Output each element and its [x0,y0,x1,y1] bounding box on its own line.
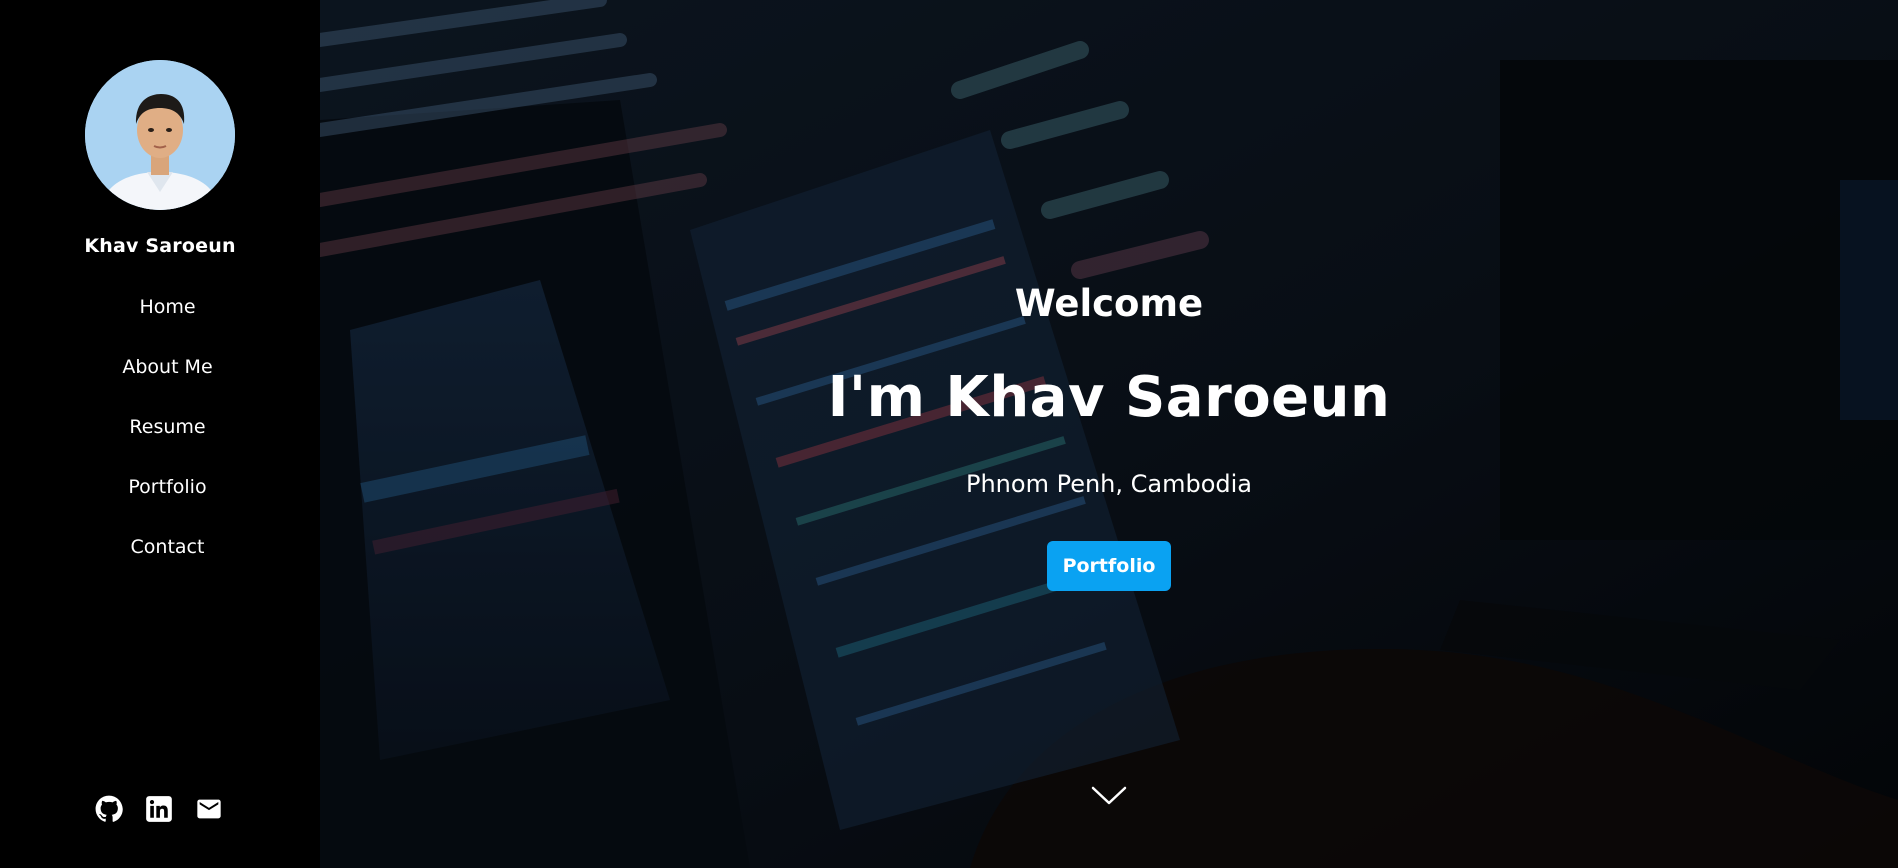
hero-location: Phnom Penh, Cambodia [965,470,1253,498]
profile-name: Khav Saroeun [84,235,236,257]
mail-icon[interactable] [195,795,223,823]
avatar [85,60,235,210]
nav-item-home[interactable]: Home [0,290,335,350]
chevron-down-icon[interactable] [1090,784,1128,808]
hero-headline: I'm Khav Saroeun [827,365,1391,430]
hero-section: Welcome I'm Khav Saroeun Phnom Penh, Cam… [320,0,1898,868]
portfolio-button[interactable]: Portfolio [1047,541,1171,591]
hero-overlay [320,0,1898,868]
nav-item-contact[interactable]: Contact [0,530,335,590]
main-nav: Home About Me Resume Portfolio Contact [0,290,335,590]
sidebar: Khav Saroeun Home About Me Resume Portfo… [0,0,320,868]
page: Khav Saroeun Home About Me Resume Portfo… [0,0,1898,868]
nav-item-resume[interactable]: Resume [0,410,335,470]
nav-item-about-me[interactable]: About Me [0,350,335,410]
social-links [95,795,223,823]
hero-welcome: Welcome [1014,282,1204,325]
nav-item-portfolio[interactable]: Portfolio [0,470,335,530]
github-icon[interactable] [95,795,123,823]
linkedin-icon[interactable] [145,795,173,823]
